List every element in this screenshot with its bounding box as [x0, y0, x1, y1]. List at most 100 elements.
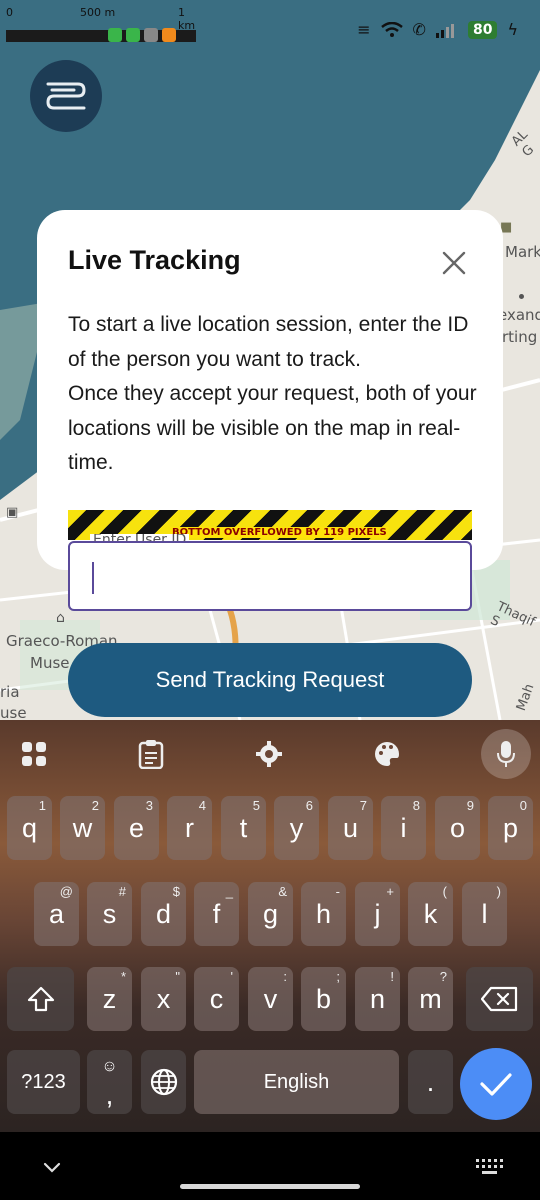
- key-e[interactable]: 3e: [114, 796, 159, 860]
- close-button[interactable]: [437, 246, 471, 280]
- key-a[interactable]: @ a: [34, 882, 79, 946]
- key-hint: *: [120, 969, 126, 984]
- live-tracking-dialog: Live Tracking To start a live location s…: [37, 210, 503, 570]
- language-key[interactable]: [141, 1050, 186, 1114]
- key-hint: 4: [198, 798, 206, 813]
- key-hint: :: [283, 969, 287, 984]
- map-label: use: [0, 704, 27, 720]
- key-hint: 5: [252, 798, 260, 813]
- key-k[interactable]: (k: [408, 882, 453, 946]
- dialog-body: To start a live location session, enter …: [68, 308, 478, 481]
- key-hint: 1: [38, 798, 46, 813]
- key-letter: m: [419, 983, 442, 1014]
- backspace-icon: [480, 986, 517, 1012]
- enter-key[interactable]: [460, 1048, 532, 1120]
- key-hint: 3: [145, 798, 153, 813]
- key-letter: w: [72, 812, 93, 843]
- key-x[interactable]: " x: [141, 967, 186, 1031]
- key-hint: #: [118, 884, 126, 899]
- keyboard-toolbar: [0, 720, 540, 788]
- key-j[interactable]: + j: [355, 882, 400, 946]
- key-l[interactable]: ) l: [462, 882, 507, 946]
- key-s[interactable]: # s: [87, 882, 132, 946]
- keyboard-switch-icon[interactable]: [474, 1156, 504, 1176]
- home-gesture-handle[interactable]: [180, 1184, 360, 1189]
- key-p[interactable]: 0p: [488, 796, 533, 860]
- key-hint: &: [278, 884, 287, 899]
- emoji-hint-icon: ☺: [101, 1058, 118, 1075]
- key-letter: q: [21, 812, 38, 843]
- key-h[interactable]: -h: [301, 882, 346, 946]
- key-letter: h: [315, 898, 332, 929]
- map-label: ria: [0, 683, 20, 701]
- key-letter: g: [262, 898, 279, 929]
- key-hint: 8: [412, 798, 420, 813]
- map-label: Muse: [30, 654, 70, 672]
- voice-input-button[interactable]: [481, 729, 531, 779]
- key-v[interactable]: :v: [248, 967, 293, 1031]
- key-b[interactable]: ; b: [301, 967, 346, 1031]
- user-id-input[interactable]: Enter User ID: [68, 534, 472, 611]
- key-letter: e: [128, 812, 145, 843]
- key-r[interactable]: 4r: [167, 796, 212, 860]
- key-letter: r: [185, 812, 194, 843]
- key-y[interactable]: 6y: [274, 796, 319, 860]
- key-hint: ': [230, 969, 233, 984]
- key-hint: ": [175, 969, 180, 984]
- key-hint: ?: [439, 969, 447, 984]
- key-n[interactable]: ! n: [355, 967, 400, 1031]
- send-tracking-request-button[interactable]: Send Tracking Request: [68, 643, 472, 717]
- wifi-icon: [380, 21, 403, 37]
- key-z[interactable]: * z: [87, 967, 132, 1031]
- key-hint: -: [335, 884, 340, 899]
- route-logo-icon: [46, 82, 86, 110]
- key-f[interactable]: _ f: [194, 882, 239, 946]
- key-letter: i: [400, 812, 407, 843]
- key-letter: l: [481, 898, 488, 929]
- key-o[interactable]: 9o: [435, 796, 480, 860]
- key-hint: !: [390, 969, 394, 984]
- app-logo-button[interactable]: [30, 60, 102, 132]
- key-c[interactable]: ' c: [194, 967, 239, 1031]
- shift-icon: [27, 986, 54, 1012]
- map-label: rting: [502, 328, 538, 346]
- key-w[interactable]: 2w: [60, 796, 105, 860]
- space-key[interactable]: English: [194, 1050, 399, 1114]
- apps-grid-icon[interactable]: [14, 734, 54, 774]
- symbols-key[interactable]: ?123: [7, 1050, 80, 1114]
- map-label: exand: [498, 306, 540, 324]
- key-i[interactable]: 8i: [381, 796, 426, 860]
- key-g[interactable]: & g: [248, 882, 293, 946]
- key-hint: 7: [359, 798, 367, 813]
- key-hint: +: [386, 884, 394, 899]
- app-notification-icon: [162, 28, 176, 42]
- shift-key[interactable]: [7, 967, 74, 1031]
- dialog-instruction-text: To start a live location session, enter …: [68, 313, 469, 371]
- key-letter: j: [374, 898, 381, 929]
- museum-icon: ⌂: [56, 610, 65, 626]
- key-letter: z: [102, 983, 117, 1014]
- key-d[interactable]: $ d: [141, 882, 186, 946]
- app-notification-icon: [126, 28, 140, 42]
- key-q[interactable]: 1q: [7, 796, 52, 860]
- settings-gear-icon[interactable]: [249, 734, 289, 774]
- key-letter: c: [209, 983, 224, 1014]
- signal-icon: [435, 23, 454, 38]
- period-key[interactable]: .: [408, 1050, 453, 1114]
- clipboard-icon[interactable]: [131, 734, 171, 774]
- theme-palette-icon[interactable]: [367, 734, 407, 774]
- key-hint: $: [172, 884, 180, 899]
- notification-icons: [108, 28, 176, 42]
- key-hint: @: [59, 884, 73, 899]
- key-m[interactable]: ? m: [408, 967, 453, 1031]
- key-u[interactable]: 7u: [328, 796, 373, 860]
- comma-key[interactable]: ☺ ,: [87, 1050, 132, 1114]
- key-t[interactable]: 5t: [221, 796, 266, 860]
- chat-notification-icon: [108, 28, 122, 42]
- key-letter: x: [156, 983, 171, 1014]
- hide-keyboard-chevron-icon[interactable]: [40, 1156, 64, 1180]
- charging-icon: ϟ: [507, 20, 518, 39]
- map-label: Mark: [505, 243, 540, 261]
- text-cursor: [92, 562, 94, 594]
- backspace-key[interactable]: [466, 967, 533, 1031]
